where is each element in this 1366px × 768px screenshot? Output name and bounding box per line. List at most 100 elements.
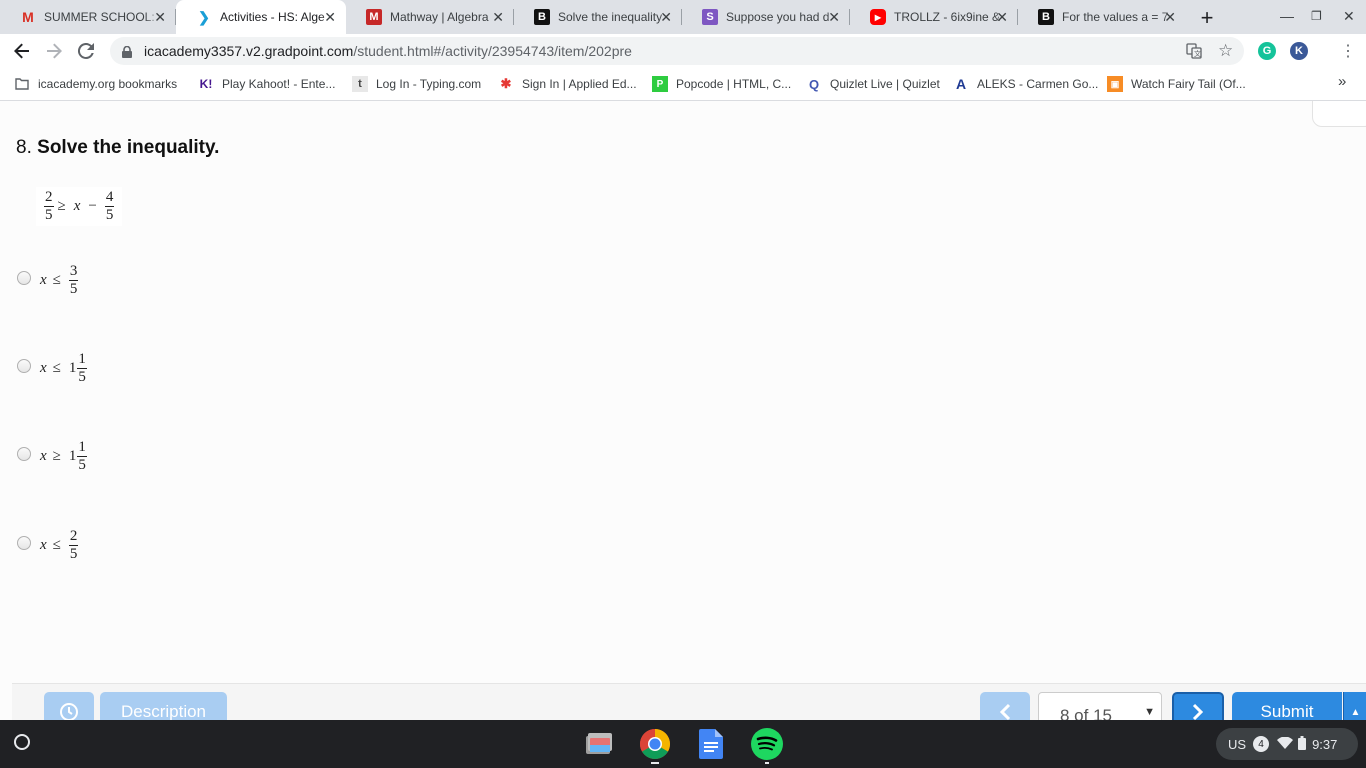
tab-youtube[interactable]: ▶ TROLLZ - 6ix9ine & ✕ [850, 0, 1018, 34]
tab-brainly-values[interactable]: B For the values a = 7 ✕ [1018, 0, 1186, 34]
bookmark-kahoot[interactable]: K! Play Kahoot! - Ente... [198, 76, 336, 92]
reload-button[interactable] [74, 39, 98, 63]
fraction: 2 5 [68, 528, 79, 562]
submit-options-button[interactable]: ▲ [1343, 692, 1366, 720]
floating-widget[interactable] [1312, 101, 1366, 127]
chrome-icon[interactable] [639, 728, 671, 764]
radio-button[interactable] [17, 536, 31, 550]
page-select[interactable]: 8 of 15 ▼ [1038, 692, 1162, 720]
bookmark-applied-ed[interactable]: ✱ Sign In | Applied Ed... [498, 76, 637, 92]
bookmark-crunchyroll[interactable]: ▣ Watch Fairy Tail (Of... [1107, 76, 1246, 92]
applied-ed-icon: ✱ [500, 76, 512, 91]
fraction: 2 5 [44, 189, 54, 223]
bookmark-aleks[interactable]: A ALEKS - Carmen Go... [953, 76, 1098, 92]
bookmark-star-icon[interactable]: ☆ [1218, 41, 1233, 61]
forward-button[interactable] [42, 39, 66, 63]
problem-inequality: 2 5 ≥ x − 4 5 [36, 187, 123, 226]
page-indicator: 8 of 15 [1060, 706, 1112, 720]
mixed-number: 1 1 5 [68, 439, 87, 473]
chrome-menu-icon[interactable]: ⋮ [1336, 39, 1360, 63]
taskbar: US 4 9:37 [0, 720, 1366, 768]
close-icon[interactable]: ✕ [324, 9, 336, 25]
minimize-icon[interactable]: — [1280, 8, 1294, 24]
aleks-icon: A [955, 76, 967, 92]
bookmarks-bar: icacademy.org bookmarks K! Play Kahoot! … [0, 68, 1366, 101]
gmail-icon: M [22, 9, 34, 25]
choice-expression: x ≤ 2 5 [40, 528, 79, 562]
grammarly-icon[interactable]: G [1258, 42, 1276, 60]
close-icon[interactable]: ✕ [828, 9, 840, 25]
fraction: 1 5 [77, 351, 87, 385]
close-icon[interactable]: ✕ [1164, 9, 1176, 25]
close-icon[interactable]: ✕ [154, 9, 166, 25]
choice-expression: x ≤ 1 1 5 [40, 351, 87, 385]
tab-mathway[interactable]: M Mathway | Algebra ✕ [346, 0, 514, 34]
tab-brainly-solve[interactable]: B Solve the inequality ✕ [514, 0, 682, 34]
address-bar[interactable]: icacademy3357.v2.gradpoint.com/student.h… [110, 37, 1244, 65]
bookmark-folder[interactable]: icacademy.org bookmarks [14, 76, 177, 92]
description-button[interactable]: Description [100, 692, 227, 720]
bookmark-typing[interactable]: t Log In - Typing.com [352, 76, 481, 92]
system-tray[interactable]: US 4 9:37 [1216, 728, 1358, 760]
close-window-icon[interactable]: ✕ [1343, 8, 1355, 25]
clock-icon [60, 703, 78, 720]
launcher-icon[interactable] [14, 734, 30, 750]
more-bookmarks-button[interactable]: » [1338, 73, 1346, 90]
typing-icon: t [352, 76, 368, 92]
back-button[interactable] [10, 39, 34, 63]
next-button[interactable] [1172, 692, 1224, 720]
page-content: 8. Solve the inequality. 2 5 ≥ x − 4 5 x… [0, 101, 1366, 720]
bookmark-quizlet[interactable]: Q Quizlet Live | Quizlet [806, 76, 940, 92]
question-title: 8. Solve the inequality. [16, 137, 219, 159]
tab-title: TROLLZ - 6ix9ine & [894, 10, 1001, 24]
kahoot-icon: K! [199, 77, 213, 91]
battery-icon [1298, 735, 1307, 753]
docs-icon[interactable] [695, 728, 727, 760]
bookmark-popcode[interactable]: P Popcode | HTML, C... [652, 76, 791, 92]
chevron-left-icon [999, 703, 1011, 720]
radio-button[interactable] [17, 447, 31, 461]
new-tab-button[interactable]: + [1196, 5, 1218, 31]
input-locale: US [1228, 736, 1247, 752]
tab-title: Solve the inequality [558, 10, 663, 24]
close-icon[interactable]: ✕ [660, 9, 672, 25]
fraction: 4 5 [104, 189, 115, 223]
tab-title: Activities - HS: Alge [220, 10, 325, 24]
notification-count-badge: 4 [1253, 736, 1270, 752]
restore-icon[interactable]: ❐ [1311, 9, 1322, 23]
previous-button[interactable] [980, 692, 1030, 720]
wifi-icon [1277, 736, 1294, 752]
url-host: icacademy3357.v2.gradpoint.com [144, 43, 354, 59]
mathway-icon: M [366, 9, 382, 25]
folder-icon [14, 76, 30, 92]
submit-button[interactable]: Submit [1232, 692, 1342, 720]
tab-title: Mathway | Algebra [390, 10, 489, 24]
tab-title: For the values a = 7 [1062, 10, 1169, 24]
quizlet-icon: Q [808, 76, 820, 92]
radio-button[interactable] [17, 359, 31, 373]
tab-title: SUMMER SCHOOL: [44, 10, 155, 24]
tab-gradpoint-activities[interactable]: ❯ Activities - HS: Alge ✕ [176, 0, 346, 34]
question-prompt: Solve the inequality. [37, 137, 220, 158]
close-icon[interactable]: ✕ [492, 9, 504, 25]
svg-text:文: 文 [1194, 49, 1201, 58]
gradpoint-icon: ❯ [198, 8, 210, 25]
youtube-icon: ▶ [870, 9, 886, 25]
tab-title: Suppose you had d [726, 10, 830, 24]
translate-icon[interactable]: 文 [1186, 43, 1202, 62]
running-indicator [651, 762, 659, 764]
radio-button[interactable] [17, 271, 31, 285]
spotify-icon[interactable] [751, 728, 783, 764]
files-icon[interactable] [583, 728, 615, 760]
close-icon[interactable]: ✕ [996, 9, 1008, 25]
choice-expression: x ≥ 1 1 5 [40, 439, 87, 473]
url-path: /student.html#/activity/23954743/item/20… [353, 43, 632, 59]
reload-icon [78, 43, 94, 59]
timer-button[interactable] [44, 692, 94, 720]
tab-strip: M SUMMER SCHOOL: ✕ ❯ Activities - HS: Al… [0, 0, 1366, 34]
socratic-icon: S [702, 9, 718, 25]
crunchyroll-icon: ▣ [1107, 76, 1123, 92]
tab-socratic[interactable]: S Suppose you had d ✕ [682, 0, 850, 34]
extension-k-icon[interactable]: K [1290, 42, 1308, 60]
tab-gmail[interactable]: M SUMMER SCHOOL: ✕ [0, 0, 176, 34]
